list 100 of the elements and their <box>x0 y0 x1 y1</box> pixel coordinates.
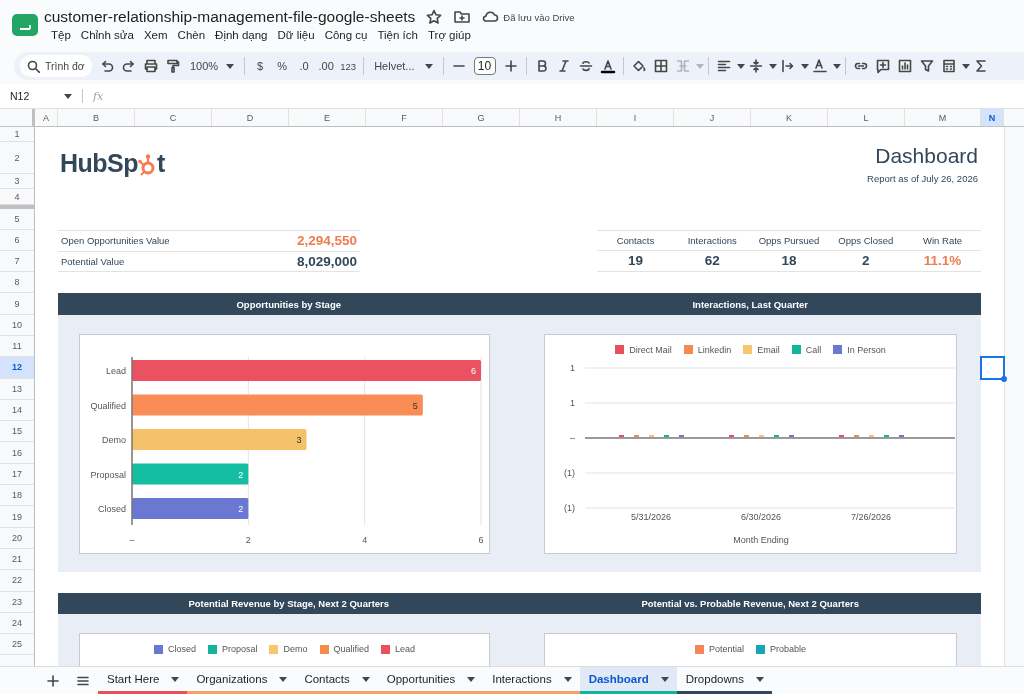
row-header[interactable]: 23 <box>0 591 34 613</box>
currency-format-button[interactable]: $ <box>249 54 272 78</box>
zoom-dropdown[interactable]: 100% <box>184 54 241 78</box>
caret-icon[interactable] <box>755 676 764 682</box>
menu-item[interactable]: Chèn <box>172 29 211 41</box>
row-header[interactable]: 12 <box>0 357 34 379</box>
menu-search-box[interactable]: Trình đơ <box>20 55 92 77</box>
column-header[interactable]: N <box>981 109 1004 126</box>
scrollbar-track[interactable] <box>1004 127 1024 666</box>
row-header[interactable]: 2 <box>0 142 34 174</box>
spreadsheet-logo-icon[interactable] <box>12 14 38 36</box>
row-header[interactable]: 20 <box>0 527 34 549</box>
sheet-tab[interactable]: Dashboard <box>579 667 677 694</box>
redo-icon[interactable] <box>121 58 137 74</box>
font-size-field[interactable]: 10 <box>473 57 496 75</box>
row-header[interactable]: 14 <box>0 399 34 422</box>
caret-icon[interactable] <box>279 676 288 682</box>
plus-icon[interactable] <box>502 58 519 74</box>
column-header[interactable]: K <box>751 109 828 126</box>
strikethrough-icon[interactable] <box>577 58 594 74</box>
caret-icon[interactable] <box>832 63 841 69</box>
row-header[interactable]: 17 <box>0 463 34 486</box>
caret-icon[interactable] <box>171 676 180 682</box>
row-header[interactable]: 10 <box>0 314 34 336</box>
column-header[interactable]: C <box>135 109 212 126</box>
menu-item[interactable]: Dữ liệu <box>272 29 320 41</box>
column-header[interactable]: I <box>597 109 674 126</box>
row-header[interactable]: 9 <box>0 293 34 315</box>
menu-item[interactable]: Trợ giúp <box>422 29 476 41</box>
folder-icon[interactable] <box>453 8 472 26</box>
column-header[interactable]: L <box>828 109 905 126</box>
row-header[interactable]: 5 <box>0 209 34 230</box>
paint-format-icon[interactable] <box>165 58 181 74</box>
text-color-icon[interactable] <box>599 58 616 74</box>
caret-icon[interactable] <box>768 63 777 69</box>
column-header[interactable]: A <box>35 109 58 126</box>
caret-icon[interactable] <box>226 63 235 69</box>
column-header[interactable]: E <box>289 109 366 126</box>
fill-color-icon[interactable] <box>630 58 647 74</box>
row-header[interactable]: 22 <box>0 570 34 592</box>
document-title[interactable]: customer-relationship-management-file-google-sheets <box>44 8 416 26</box>
menu-item[interactable]: Công cụ <box>319 29 373 41</box>
sheet-tab[interactable]: Contacts <box>295 667 378 694</box>
borders-icon[interactable] <box>652 58 669 74</box>
vertical-align-icon[interactable] <box>747 58 764 74</box>
row-header[interactable]: 13 <box>0 378 34 400</box>
calculator-icon[interactable] <box>940 58 957 74</box>
menu-item[interactable]: Chỉnh sửa <box>75 29 139 41</box>
menu-item[interactable]: Xem <box>138 29 173 41</box>
caret-icon[interactable] <box>467 676 476 682</box>
text-wrap-icon[interactable] <box>779 58 796 74</box>
sheet-tab[interactable]: Opportunities <box>377 667 484 694</box>
row-header[interactable]: 7 <box>0 250 34 273</box>
menu-item[interactable]: Định dạng <box>210 29 273 41</box>
caret-icon[interactable] <box>961 63 970 69</box>
caret-icon[interactable] <box>736 63 745 69</box>
row-header[interactable]: 6 <box>0 229 34 251</box>
menu-item[interactable]: Tệp <box>46 29 76 41</box>
row-header[interactable]: 24 <box>0 612 34 635</box>
cell-reference[interactable]: N12 <box>10 90 56 102</box>
menu-search-field[interactable]: Trình đơ <box>45 60 93 72</box>
increase-decimals-button[interactable]: .00 <box>315 54 338 78</box>
star-icon[interactable] <box>425 8 444 26</box>
row-header[interactable]: 19 <box>0 506 34 528</box>
sheet-tab[interactable]: Start Here <box>98 667 188 694</box>
number-format-button[interactable]: 123 <box>337 54 360 78</box>
comment-icon[interactable] <box>874 58 891 74</box>
caret-icon[interactable] <box>361 676 370 682</box>
align-left-icon[interactable] <box>715 58 732 74</box>
row-header[interactable]: 18 <box>0 485 34 507</box>
chart-icon[interactable] <box>896 58 913 74</box>
row-header[interactable]: 25 <box>0 634 34 656</box>
column-header[interactable]: F <box>366 109 443 126</box>
sheet-tab[interactable]: Dropdowns <box>676 667 772 694</box>
row-header[interactable]: 21 <box>0 548 34 571</box>
print-icon[interactable] <box>143 58 159 74</box>
row-header[interactable]: 15 <box>0 421 34 443</box>
text-rotation-icon[interactable] <box>811 58 828 74</box>
column-header[interactable]: B <box>58 109 135 126</box>
font-dropdown[interactable]: Helvet... <box>368 54 439 78</box>
sheet-tab[interactable]: Organizations <box>187 667 296 694</box>
percent-format-button[interactable]: % <box>271 54 294 78</box>
column-header[interactable]: G <box>443 109 520 126</box>
filter-icon[interactable] <box>918 58 935 74</box>
search-icon[interactable] <box>26 59 40 73</box>
column-header[interactable]: H <box>520 109 597 126</box>
caret-icon[interactable] <box>800 63 809 69</box>
row-header[interactable]: 1 <box>0 127 34 142</box>
row-header[interactable]: 8 <box>0 272 34 294</box>
row-header[interactable]: 16 <box>0 442 34 464</box>
column-header[interactable]: J <box>674 109 751 126</box>
undo-icon[interactable] <box>99 58 115 74</box>
row-header[interactable]: 3 <box>0 174 34 189</box>
column-header[interactable]: D <box>212 109 289 126</box>
menu-item[interactable]: Tiện ích <box>372 29 423 41</box>
caret-icon[interactable] <box>424 63 433 69</box>
caret-icon[interactable] <box>660 676 669 682</box>
caret-icon[interactable] <box>563 676 572 682</box>
caret-icon[interactable] <box>64 93 72 99</box>
decrease-decimals-button[interactable]: .0 <box>293 54 316 78</box>
